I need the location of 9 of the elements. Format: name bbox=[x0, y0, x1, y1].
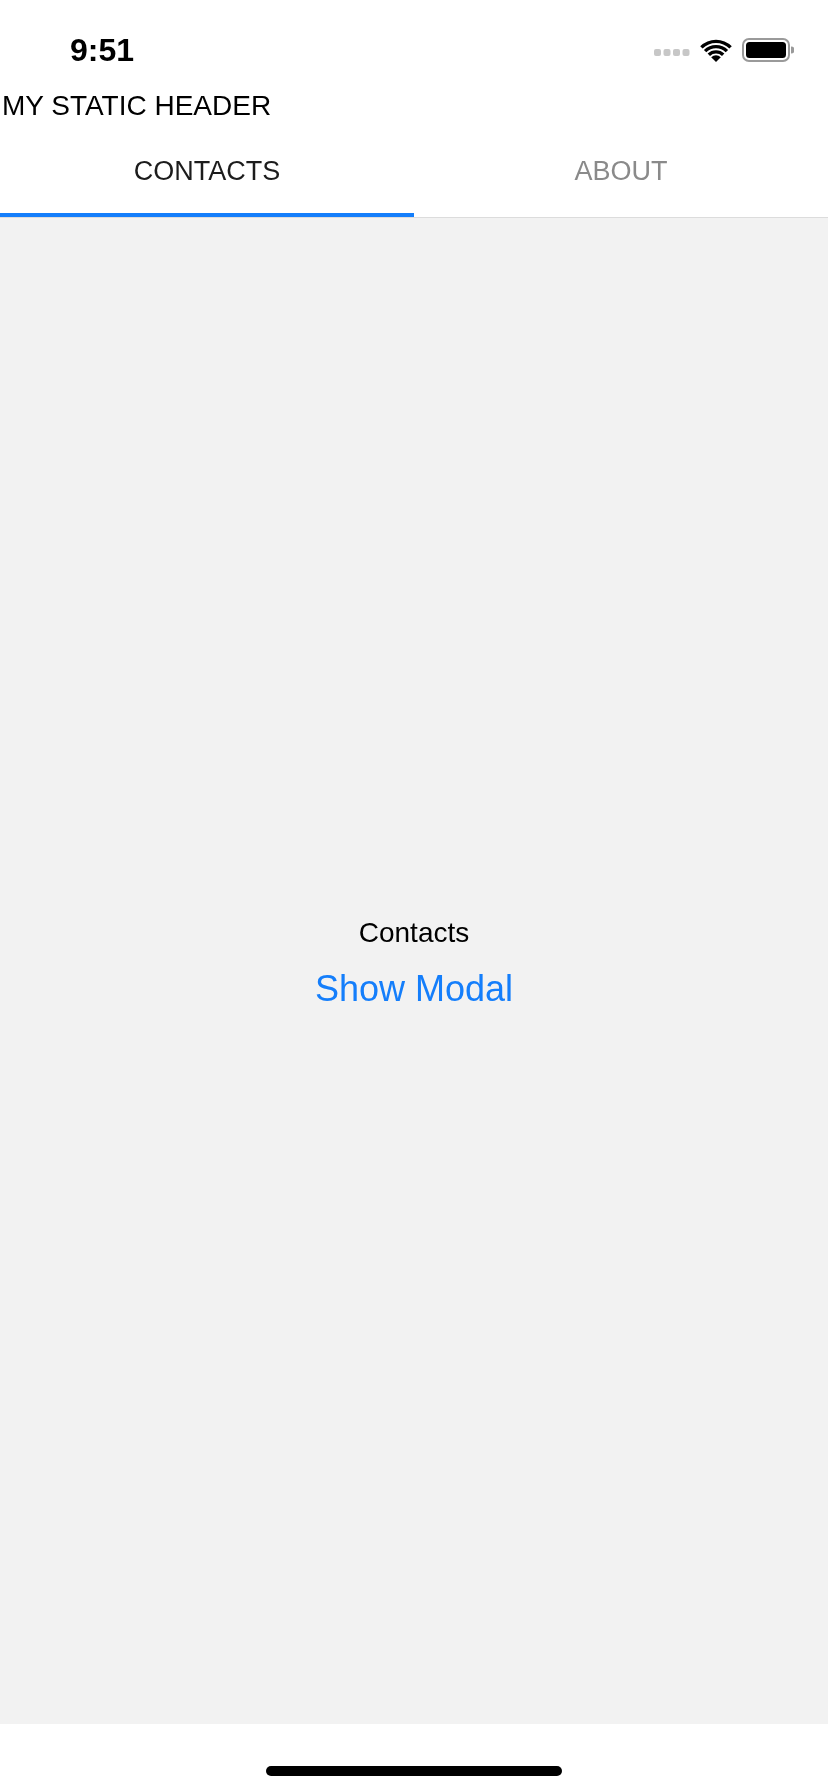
battery-icon bbox=[742, 38, 794, 62]
wifi-icon bbox=[700, 38, 732, 62]
home-indicator[interactable] bbox=[266, 1766, 562, 1776]
show-modal-button[interactable]: Show Modal bbox=[314, 967, 514, 1011]
header-title: MY STATIC HEADER bbox=[2, 89, 272, 123]
status-time: 9:51 bbox=[70, 31, 135, 69]
signal-icon bbox=[654, 48, 690, 56]
tab[interactable]: ABOUT bbox=[414, 124, 828, 217]
contacts-title: Contacts bbox=[358, 916, 470, 950]
